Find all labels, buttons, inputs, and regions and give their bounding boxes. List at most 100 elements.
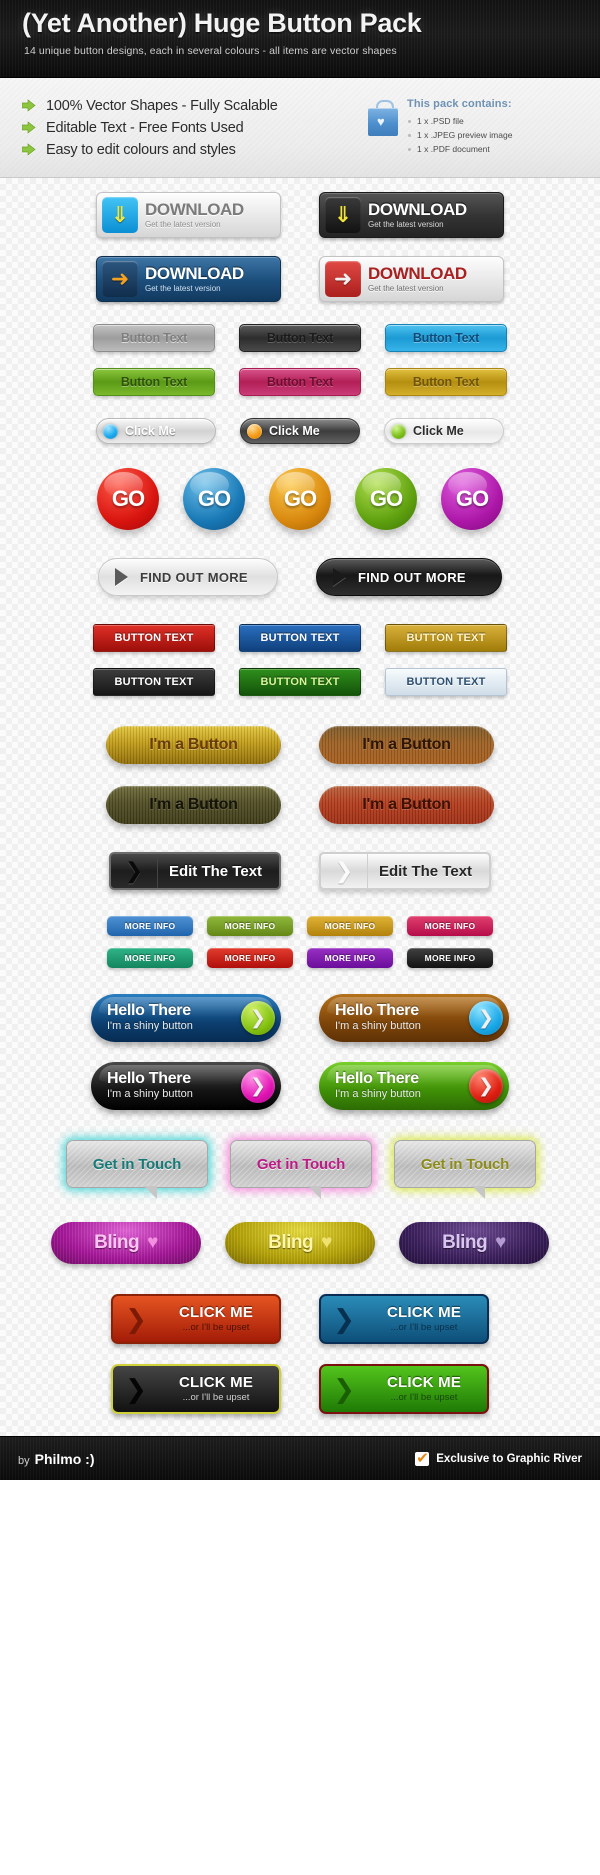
exclusive-label: Exclusive to Graphic River [436, 1452, 582, 1465]
click-me-label: Click Me [125, 424, 176, 438]
find-out-more-dark[interactable]: FIND OUT MORE [316, 558, 502, 596]
edit-the-text-label: Edit The Text [378, 862, 473, 880]
feature-list: 100% Vector Shapes - Fully Scalable Edit… [21, 92, 368, 164]
speech-bubble-tail [472, 1186, 485, 1199]
click-me-silver[interactable]: Click Me [96, 418, 216, 444]
more-info-green[interactable]: MORE INFO [207, 916, 293, 936]
find-out-more-row: FIND OUT MORE FIND OUT MORE [0, 558, 600, 596]
hello-there-brown[interactable]: Hello There I'm a shiny button ❯ [319, 994, 509, 1042]
edit-the-text-dark[interactable]: ❯ Edit The Text [109, 852, 281, 890]
click-me-dark[interactable]: Click Me [240, 418, 360, 444]
page-subtitle: 14 unique button designs, each in severa… [24, 45, 397, 57]
wooden-button-brown[interactable]: I'm a Button [319, 726, 494, 764]
wooden-button-olive[interactable]: I'm a Button [106, 786, 281, 824]
page-footer: by Philmo :) Exclusive to Graphic River [0, 1436, 600, 1480]
button-text-grey[interactable]: Button Text [93, 324, 215, 352]
go-ball-row: GO GO GO GO GO [0, 468, 600, 530]
download-subtitle: Get the latest version [368, 284, 444, 293]
button-text-black[interactable]: Button Text [239, 324, 361, 352]
page-header: (Yet Another) Huge Button Pack 14 unique… [0, 0, 600, 78]
download-title: DOWNLOAD [368, 200, 467, 219]
feature-label: Easy to edit colours and styles [46, 141, 236, 158]
bling-button-gold[interactable]: Bling ♥ [225, 1222, 375, 1264]
more-info-purple[interactable]: MORE INFO [307, 948, 393, 968]
click-me-big-orange[interactable]: ❯ CLICK ME ...or I'll be upset [111, 1294, 281, 1344]
chevron-circle-icon: ❯ [241, 1069, 275, 1103]
bling-label: Bling [268, 1232, 314, 1253]
download-button-dark[interactable]: ⇓ DOWNLOAD Get the latest version [319, 192, 504, 238]
edit-the-text-label: Edit The Text [168, 862, 263, 880]
click-me-white[interactable]: Click Me [384, 418, 504, 444]
button-text-gold[interactable]: Button Text [385, 368, 507, 396]
download-row-light-dark: ⇓ DOWNLOAD Get the latest version ⇓ DOWN… [0, 192, 600, 238]
chevron-circle-icon: ❯ [469, 1069, 503, 1103]
button-text-flat-gold[interactable]: BUTTON TEXT [385, 624, 507, 652]
hello-there-blue[interactable]: Hello There I'm a shiny button ❯ [91, 994, 281, 1042]
button-text-row-1: Button Text Button Text Button Text [0, 324, 600, 352]
more-info-teal[interactable]: MORE INFO [107, 948, 193, 968]
find-out-more-light[interactable]: FIND OUT MORE [98, 558, 278, 596]
hello-there-green[interactable]: Hello There I'm a shiny button ❯ [319, 1062, 509, 1110]
go-button-purple[interactable]: GO [441, 468, 503, 530]
bling-button-magenta[interactable]: Bling ♥ [51, 1222, 201, 1264]
click-me-big-blue[interactable]: ❯ CLICK ME ...or I'll be upset [319, 1294, 489, 1344]
go-button-orange[interactable]: GO [269, 468, 331, 530]
speech-bubble-tail [308, 1186, 321, 1199]
button-text-flat-black[interactable]: BUTTON TEXT [93, 668, 215, 696]
more-info-pink[interactable]: MORE INFO [407, 916, 493, 936]
click-me-big-green[interactable]: ❯ CLICK ME ...or I'll be upset [319, 1364, 489, 1414]
get-in-touch-yellow[interactable]: Get in Touch [394, 1140, 536, 1188]
hello-there-row-1: Hello There I'm a shiny button ❯ Hello T… [0, 994, 600, 1042]
hello-there-black[interactable]: Hello There I'm a shiny button ❯ [91, 1062, 281, 1110]
chevron-right-icon: ❯ [125, 1303, 147, 1334]
get-in-touch-wrap-teal: Get in Touch [66, 1140, 208, 1199]
download-button-red[interactable]: ➜ DOWNLOAD Get the latest version [319, 256, 504, 302]
click-me-big-black[interactable]: ❯ CLICK ME ...or I'll be upset [111, 1364, 281, 1414]
button-text-flat-white[interactable]: BUTTON TEXT [385, 668, 507, 696]
led-orange-icon [247, 423, 262, 439]
go-button-green[interactable]: GO [355, 468, 417, 530]
button-text-blue[interactable]: Button Text [385, 324, 507, 352]
button-text-flat-green[interactable]: BUTTON TEXT [239, 668, 361, 696]
heart-icon: ♥ [321, 1232, 332, 1253]
download-arrow-icon: ⇓ [102, 197, 138, 233]
heart-icon: ♥ [147, 1232, 158, 1253]
go-button-blue[interactable]: GO [183, 468, 245, 530]
info-bar: 100% Vector Shapes - Fully Scalable Edit… [0, 78, 600, 178]
click-me-pill-row: Click Me Click Me Click Me [0, 418, 600, 444]
download-button-blue[interactable]: ➜ DOWNLOAD Get the latest version [96, 256, 281, 302]
button-text-pink[interactable]: Button Text [239, 368, 361, 396]
bling-button-purple[interactable]: Bling ♥ [399, 1222, 549, 1264]
find-out-more-label: FIND OUT MORE [358, 569, 466, 585]
chevron-right-icon: ❯ [321, 854, 368, 888]
bling-row: Bling ♥ Bling ♥ Bling ♥ [0, 1222, 600, 1264]
play-triangle-icon [115, 568, 128, 586]
more-info-black[interactable]: MORE INFO [407, 948, 493, 968]
get-in-touch-pink[interactable]: Get in Touch [230, 1140, 372, 1188]
click-me-label: Click Me [413, 424, 464, 438]
checkmark-icon [415, 1449, 430, 1467]
get-in-touch-row: Get in Touch Get in Touch Get in Touch [0, 1140, 600, 1199]
hello-there-title: Hello There [335, 1002, 419, 1020]
more-info-red[interactable]: MORE INFO [207, 948, 293, 968]
button-text-green[interactable]: Button Text [93, 368, 215, 396]
get-in-touch-teal[interactable]: Get in Touch [66, 1140, 208, 1188]
more-info-gold[interactable]: MORE INFO [307, 916, 393, 936]
button-text-flat-row-2: BUTTON TEXT BUTTON TEXT BUTTON TEXT [0, 668, 600, 696]
edit-the-text-light[interactable]: ❯ Edit The Text [319, 852, 491, 890]
button-text-flat-blue[interactable]: BUTTON TEXT [239, 624, 361, 652]
go-button-red[interactable]: GO [97, 468, 159, 530]
button-text-flat-red[interactable]: BUTTON TEXT [93, 624, 215, 652]
download-button-light[interactable]: ⇓ DOWNLOAD Get the latest version [96, 192, 281, 238]
author-credit: by Philmo :) [18, 1451, 95, 1467]
wooden-button-rust[interactable]: I'm a Button [319, 786, 494, 824]
download-arrow-icon: ➜ [102, 261, 138, 297]
wooden-button-gold[interactable]: I'm a Button [106, 726, 281, 764]
chevron-right-icon: ❯ [111, 854, 158, 888]
click-me-subtitle: ...or I'll be upset [390, 1391, 458, 1403]
click-me-subtitle: ...or I'll be upset [390, 1321, 458, 1333]
bling-label: Bling [94, 1232, 140, 1253]
feature-label: 100% Vector Shapes - Fully Scalable [46, 97, 278, 114]
wooden-button-row-2: I'm a Button I'm a Button [0, 786, 600, 824]
more-info-blue[interactable]: MORE INFO [107, 916, 193, 936]
